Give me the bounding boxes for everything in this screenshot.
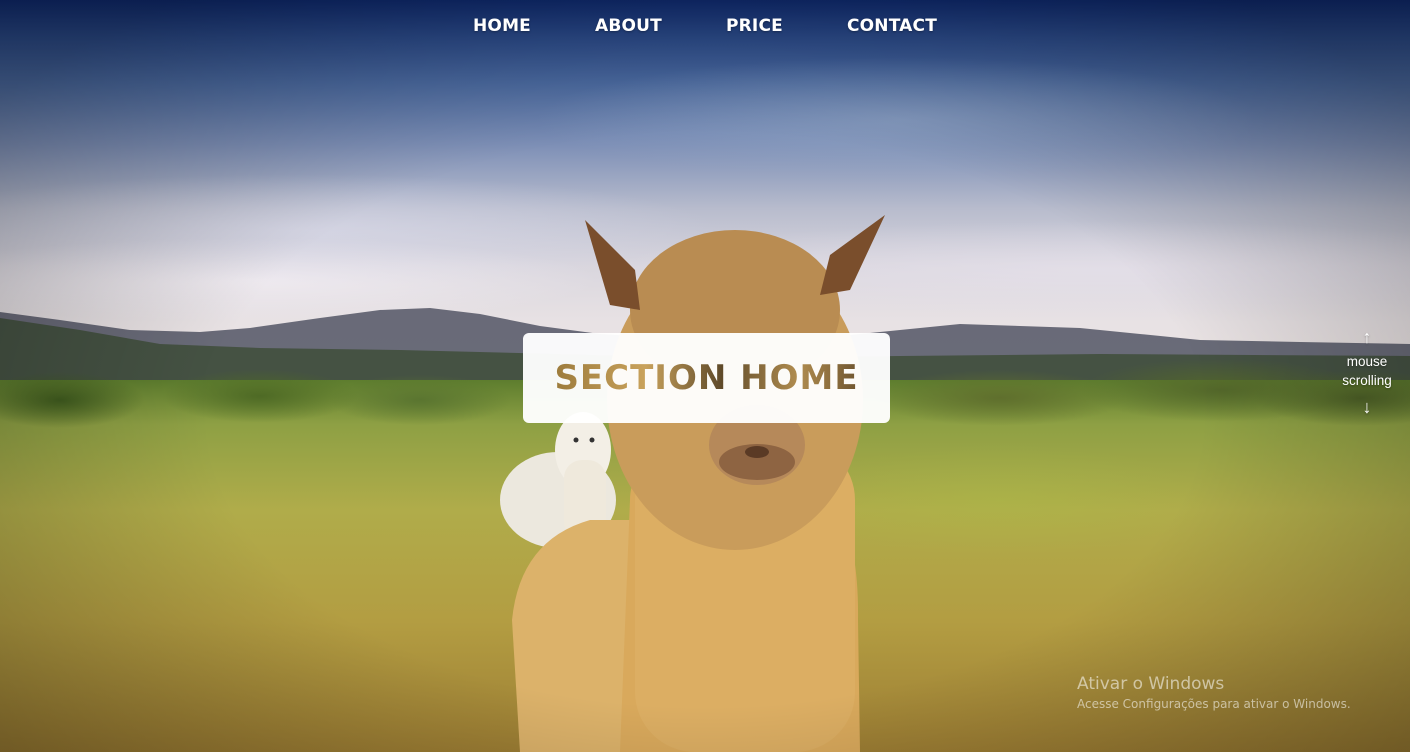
main-nav: HOME ABOUT PRICE CONTACT	[0, 0, 1410, 52]
arrow-up-icon[interactable]: ↑	[1363, 328, 1372, 346]
scroll-label-line2: scrolling	[1342, 373, 1392, 388]
arrow-down-icon[interactable]: ↓	[1363, 398, 1372, 416]
hero-title-card: SECTION HOME	[523, 333, 890, 423]
nav-about-link[interactable]: ABOUT	[595, 16, 662, 36]
nav-price-link[interactable]: PRICE	[726, 16, 783, 36]
watermark-title: Ativar o Windows	[1077, 674, 1225, 694]
windows-activation-watermark: Ativar o Windows Acesse Configurações pa…	[1077, 674, 1351, 711]
scroll-label-line1: mouse	[1346, 354, 1388, 369]
scroll-indicator: ↑ mouse scrolling ↓	[1330, 328, 1404, 416]
watermark-subtitle: Acesse Configurações para ativar o Windo…	[1077, 697, 1351, 711]
scroll-label: mouse scrolling	[1342, 352, 1392, 390]
hero-title: SECTION HOME	[554, 358, 859, 398]
nav-contact-link[interactable]: CONTACT	[847, 16, 937, 36]
nav-home-link[interactable]: HOME	[473, 16, 531, 36]
